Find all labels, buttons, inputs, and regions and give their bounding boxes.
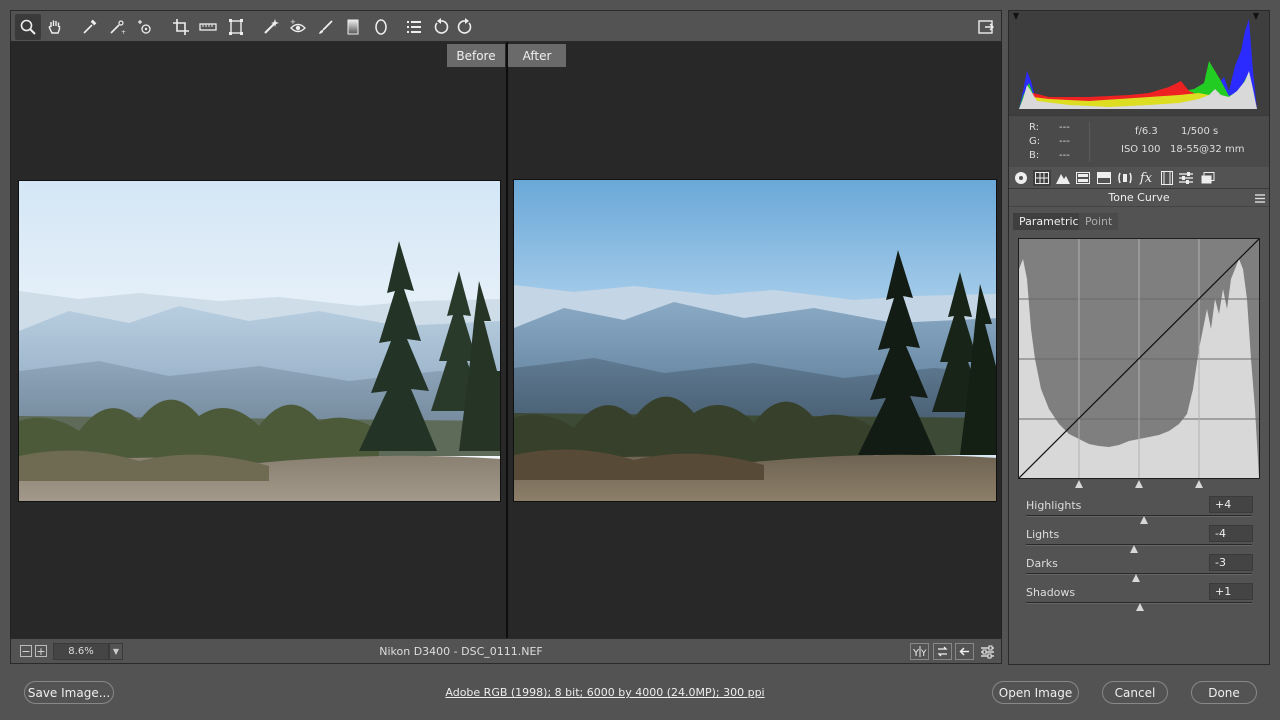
panel-title: Tone Curve [1009, 189, 1269, 207]
adjustment-brush-icon[interactable] [313, 14, 339, 40]
rotate-ccw-icon[interactable] [428, 14, 454, 40]
slider-label: Shadows [1026, 586, 1076, 599]
color-sampler-tool-icon[interactable]: + [104, 14, 130, 40]
curve-split-mid-handle[interactable] [1135, 480, 1143, 488]
spot-removal-tool-icon[interactable] [258, 14, 284, 40]
svg-text:Y: Y [920, 649, 927, 657]
slider-label: Highlights [1026, 499, 1082, 512]
transform-tool-icon[interactable] [223, 14, 249, 40]
slider-track[interactable] [1026, 544, 1252, 546]
toolbar: + + [10, 10, 1002, 42]
curve-split-shadows-handle[interactable] [1075, 480, 1083, 488]
histogram [1009, 11, 1269, 115]
status-bar: − + 8.6% ▼ Nikon D3400 - DSC_0111.NEF YY [10, 638, 1002, 664]
before-after-divider [506, 42, 508, 638]
darks-slider: Darks -3 [1009, 554, 1269, 586]
slider-thumb[interactable] [1131, 574, 1140, 582]
slider-thumb[interactable] [1130, 545, 1139, 553]
effects-panel-icon[interactable]: fx [1137, 170, 1155, 186]
split-toning-panel-icon[interactable] [1095, 170, 1113, 186]
crop-tool-icon[interactable] [168, 14, 194, 40]
slider-value-field[interactable]: -4 [1209, 525, 1253, 542]
right-panel: R: --- G: --- B: --- f/6.3 1/500 s ISO 100 … [1008, 10, 1270, 665]
lights-slider: Lights -4 [1009, 525, 1269, 557]
info-divider [1089, 122, 1090, 162]
straighten-tool-icon[interactable] [195, 14, 221, 40]
g-readout: G: --- [1029, 136, 1070, 147]
swap-settings-icon[interactable] [933, 643, 952, 660]
slider-value-field[interactable]: +1 [1209, 583, 1253, 600]
slider-label: Darks [1026, 557, 1058, 570]
open-image-button[interactable]: Open Image [992, 681, 1079, 704]
done-button[interactable]: Done [1191, 681, 1257, 704]
r-readout: R: --- [1029, 122, 1070, 133]
lens-corrections-panel-icon[interactable] [1116, 170, 1134, 186]
preview-area[interactable]: Before After [10, 42, 1002, 638]
open-preferences-icon[interactable] [401, 14, 427, 40]
before-after-toggle-icon[interactable]: YY [910, 643, 929, 660]
white-balance-tool-icon[interactable] [77, 14, 103, 40]
svg-text:+: + [290, 18, 296, 26]
hsl-panel-icon[interactable] [1074, 170, 1092, 186]
camera-calibration-panel-icon[interactable] [1158, 170, 1176, 186]
toggle-fullscreen-icon[interactable] [973, 14, 999, 40]
targeted-adjustment-tool-icon[interactable] [132, 14, 158, 40]
copy-settings-icon[interactable] [955, 643, 974, 660]
file-name: Nikon D3400 - DSC_0111.NEF [379, 645, 543, 658]
preview-preferences-icon[interactable] [978, 643, 997, 660]
zoom-tool-icon[interactable] [15, 14, 41, 40]
graduated-filter-icon[interactable] [340, 14, 366, 40]
lens: 18-55@32 mm [1170, 144, 1245, 155]
before-label: Before [447, 44, 505, 67]
image-info: R: --- G: --- B: --- f/6.3 1/500 s ISO 100 … [1009, 115, 1269, 167]
snapshots-panel-icon[interactable] [1199, 170, 1217, 186]
shadows-slider: Shadows +1 [1009, 583, 1269, 615]
red-eye-removal-icon[interactable]: + [285, 14, 311, 40]
save-image-button[interactable]: Save Image... [24, 681, 114, 704]
slider-thumb[interactable] [1136, 603, 1145, 611]
presets-panel-icon[interactable] [1177, 170, 1195, 186]
rotate-cw-icon[interactable] [452, 14, 478, 40]
svg-text:Y: Y [913, 648, 920, 657]
tab-parametric[interactable]: Parametric [1013, 213, 1085, 230]
b-readout: B: --- [1029, 150, 1070, 161]
tab-point[interactable]: Point [1079, 213, 1119, 230]
panel-tabs: fx [1009, 167, 1269, 189]
shutter-speed: 1/500 s [1181, 126, 1219, 137]
slider-thumb[interactable] [1139, 516, 1148, 524]
panel-menu-icon[interactable] [1255, 193, 1265, 203]
curve-split-highlights-handle[interactable] [1195, 480, 1203, 488]
basic-panel-icon[interactable] [1012, 170, 1030, 186]
slider-label: Lights [1026, 528, 1060, 541]
detail-panel-icon[interactable] [1054, 170, 1072, 186]
cancel-button[interactable]: Cancel [1102, 681, 1168, 704]
after-label: After [508, 44, 566, 67]
after-image [513, 179, 997, 502]
svg-text:+: + [121, 29, 126, 36]
tone-curve-graph[interactable] [1018, 238, 1260, 479]
iso: ISO 100 [1121, 144, 1161, 155]
aperture: f/6.3 [1135, 126, 1158, 137]
tone-curve-panel-icon[interactable] [1033, 170, 1051, 186]
hand-tool-icon[interactable] [42, 14, 68, 40]
radial-filter-icon[interactable] [368, 14, 394, 40]
before-image [18, 180, 501, 502]
slider-value-field[interactable]: +4 [1209, 496, 1253, 513]
workflow-options-link[interactable]: Adobe RGB (1998); 8 bit; 6000 by 4000 (2… [400, 686, 810, 699]
highlights-slider: Highlights +4 [1009, 496, 1269, 528]
slider-value-field[interactable]: -3 [1209, 554, 1253, 571]
